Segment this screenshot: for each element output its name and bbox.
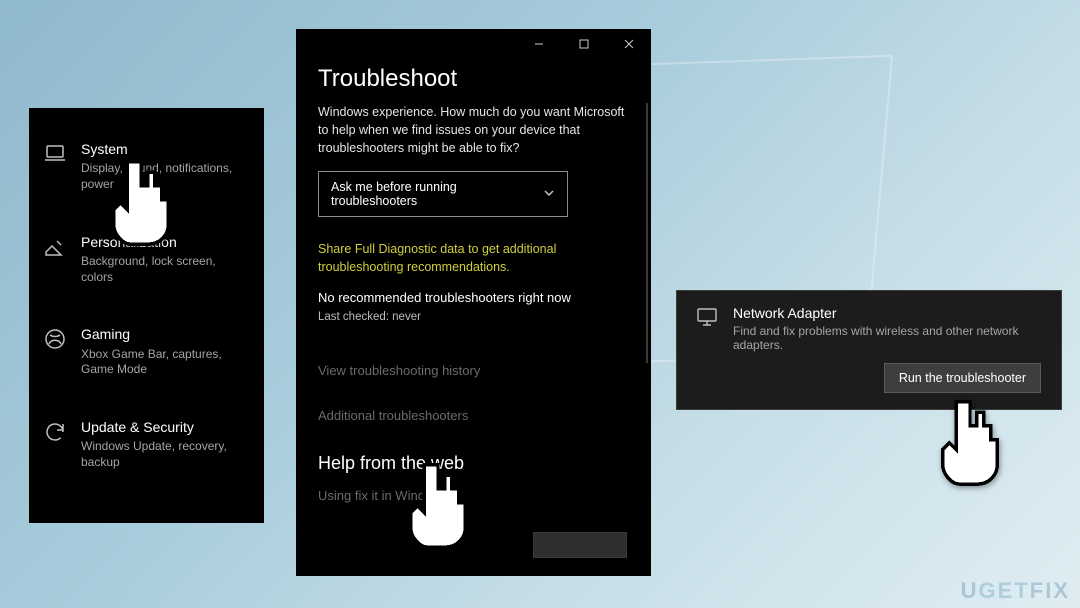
no-recommended-text: No recommended troubleshooters right now <box>318 290 629 305</box>
laptop-icon <box>43 142 67 166</box>
sidebar-item-update-security[interactable]: Update & Security Windows Update, recove… <box>43 420 250 471</box>
sidebar-item-sub: Display, sound, notifications, power <box>81 161 250 192</box>
network-adapter-sub: Find and fix problems with wireless and … <box>733 324 1043 352</box>
help-heading: Help from the web <box>318 453 629 474</box>
sidebar-item-sub: Background, lock screen, colors <box>81 254 250 285</box>
sidebar-item-title: Update & Security <box>81 420 250 435</box>
watermark: UGETFIX <box>961 578 1070 604</box>
sidebar-item-title: System <box>81 142 250 157</box>
last-checked-text: Last checked: never <box>318 311 629 323</box>
sidebar-item-sub: Windows Update, recovery, backup <box>81 439 250 470</box>
sidebar-item-title: Personalization <box>81 235 250 250</box>
diagnostic-data-link[interactable]: Share Full Diagnostic data to get additi… <box>318 241 629 276</box>
sidebar-item-system[interactable]: System Display, sound, notifications, po… <box>43 142 250 193</box>
maximize-button[interactable] <box>561 29 606 59</box>
help-fix-link[interactable]: Using fix it in Windows <box>318 488 629 503</box>
sidebar-item-title: Gaming <box>81 327 250 342</box>
troubleshoot-window: Troubleshoot Windows experience. How muc… <box>296 29 651 576</box>
view-history-link[interactable]: View troubleshooting history <box>318 363 629 378</box>
window-titlebar <box>296 29 651 59</box>
sidebar-item-personalization[interactable]: Personalization Background, lock screen,… <box>43 235 250 286</box>
network-adapter-card[interactable]: Network Adapter Find and fix problems wi… <box>676 290 1062 410</box>
monitor-icon <box>695 305 719 329</box>
scrollbar[interactable] <box>646 103 648 363</box>
close-button[interactable] <box>606 29 651 59</box>
refresh-icon <box>43 420 67 444</box>
troubleshoot-description: Windows experience. How much do you want… <box>318 103 629 157</box>
additional-troubleshooters-link[interactable]: Additional troubleshooters <box>318 408 629 423</box>
xbox-icon <box>43 327 67 351</box>
chevron-down-icon <box>543 187 555 202</box>
sidebar-item-gaming[interactable]: Gaming Xbox Game Bar, captures, Game Mod… <box>43 327 250 378</box>
run-troubleshooter-button[interactable]: Run the troubleshooter <box>884 363 1041 393</box>
window-snip-button[interactable]: Window Snip <box>533 532 627 558</box>
network-adapter-title: Network Adapter <box>733 305 1043 321</box>
minimize-button[interactable] <box>516 29 561 59</box>
dropdown-value: Ask me before running troubleshooters <box>331 180 543 208</box>
settings-sidebar: System Display, sound, notifications, po… <box>29 108 264 523</box>
paint-icon <box>43 235 67 259</box>
recommendation-dropdown[interactable]: Ask me before running troubleshooters <box>318 171 568 217</box>
sidebar-item-sub: Xbox Game Bar, captures, Game Mode <box>81 347 250 378</box>
page-title: Troubleshoot <box>318 65 629 93</box>
